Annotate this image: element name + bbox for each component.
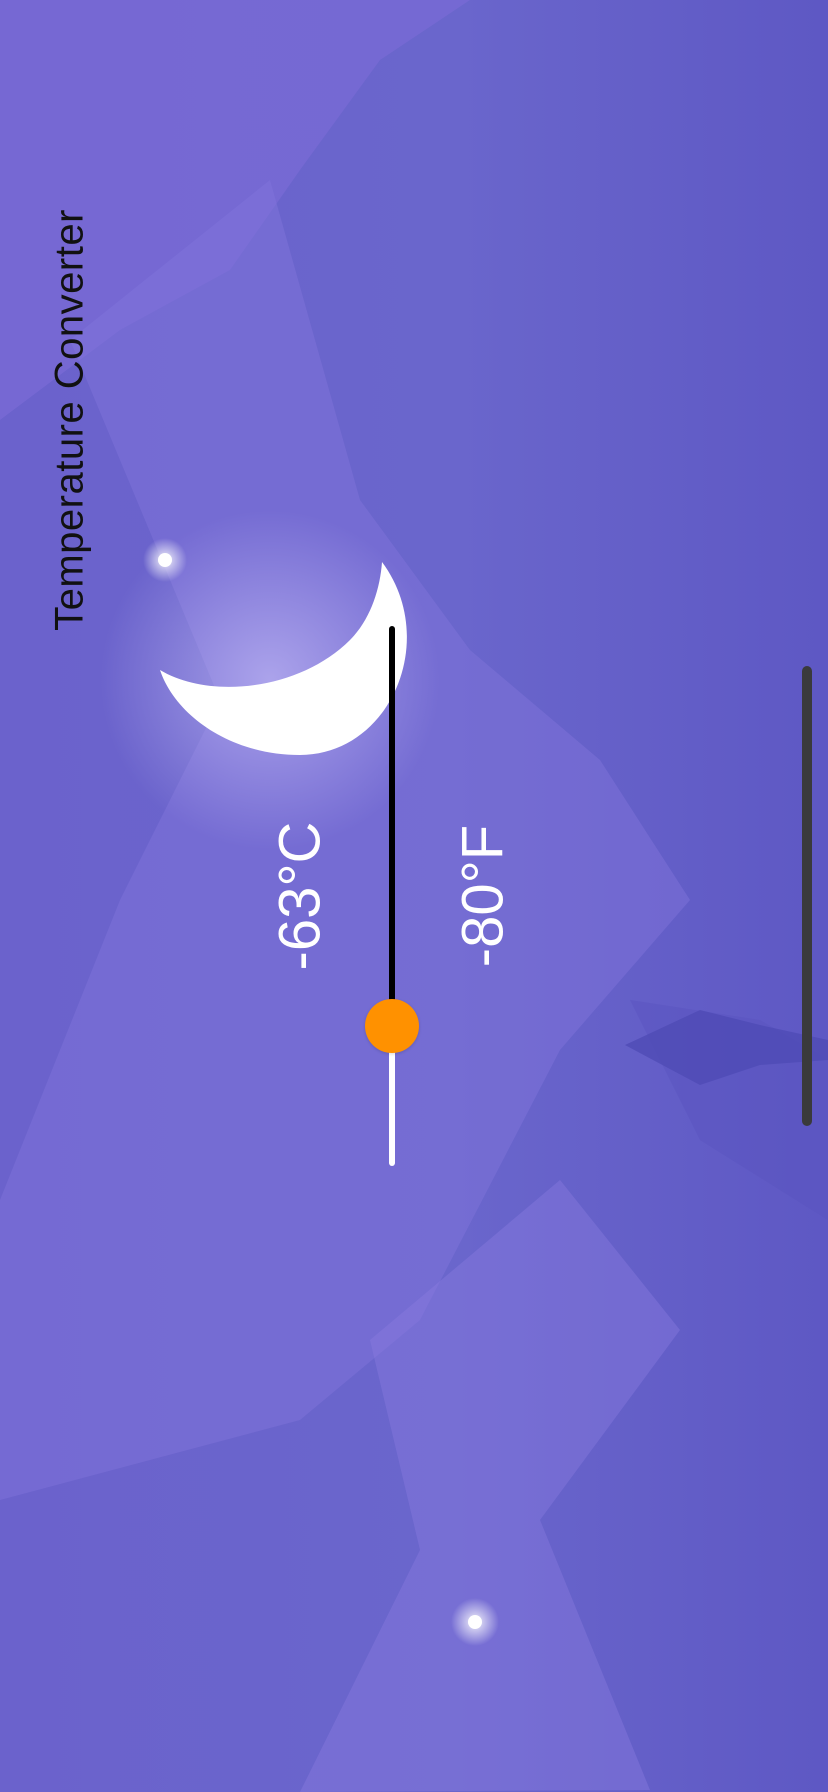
slider-thumb[interactable] (365, 998, 419, 1053)
page-title: Temperature Converter (47, 209, 92, 631)
fahrenheit-value: -80°F (450, 824, 516, 968)
star-icon (158, 553, 172, 567)
home-indicator[interactable] (802, 666, 812, 1126)
slider-active-track (389, 626, 395, 1026)
temperature-slider[interactable] (362, 620, 422, 1168)
celsius-value: -63°C (267, 821, 333, 971)
app-screen: Temperature Converter -63°C -80°F (0, 0, 828, 1792)
star-icon (468, 1615, 482, 1629)
